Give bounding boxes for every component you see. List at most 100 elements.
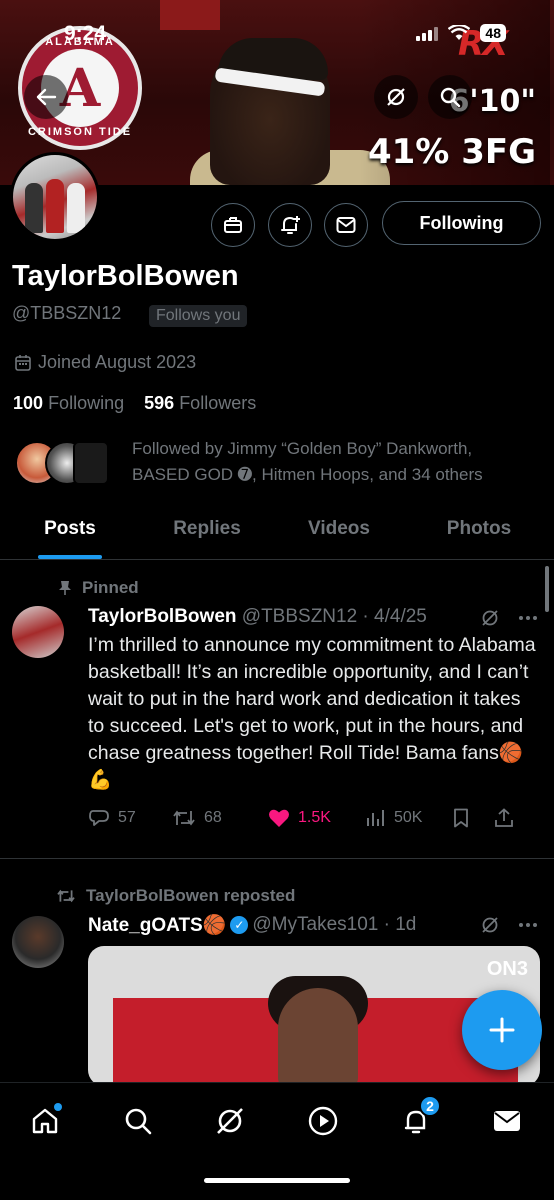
grok-icon (387, 88, 405, 106)
search-icon (125, 1108, 152, 1135)
repost-button[interactable]: 68 (172, 808, 268, 828)
post-header: TaylorBolBowen @TBBSZN12 · 4/4/25 (88, 606, 427, 628)
following-label: Following (48, 393, 125, 413)
nav-messages[interactable] (482, 1099, 532, 1143)
tab-photos[interactable]: Photos (404, 506, 554, 559)
post-meta: @TBBSZN12 · 4/4/25 (241, 606, 427, 627)
tip-button[interactable] (211, 203, 255, 247)
grok-button[interactable] (374, 75, 418, 119)
pin-icon (59, 581, 71, 595)
follows-you-badge: Follows you (149, 305, 248, 327)
reply-button[interactable]: 57 (88, 808, 172, 828)
repost-icon (57, 889, 75, 903)
mail-icon (336, 217, 356, 233)
following-count: 100 (13, 393, 44, 413)
tab-replies[interactable]: Replies (140, 506, 274, 559)
compose-button[interactable] (462, 990, 542, 1070)
search-button[interactable] (428, 75, 472, 119)
more-icon[interactable] (518, 922, 538, 928)
share-button[interactable] (494, 808, 524, 828)
post-header: Nate_gOATS🏀 ✓ @MyTakes101 · 1d (88, 913, 416, 937)
handle: @TBBSZN12 (12, 303, 122, 323)
post-meta: @MyTakes101 · 1d (252, 914, 417, 935)
battery-icon: 48 (480, 24, 506, 42)
post-author-name[interactable]: TaylorBolBowen (88, 606, 237, 627)
analytics-icon (367, 810, 384, 826)
plus-icon (489, 1017, 515, 1043)
joined-text: Joined August 2023 (38, 352, 197, 372)
post-top-actions (480, 608, 538, 628)
home-unread-dot (54, 1103, 62, 1111)
like-count: 1.5K (298, 809, 331, 826)
logo-bottom-text: CRIMSON TIDE (27, 126, 133, 138)
banner-3fg-stat: 41% 3FG (367, 132, 536, 172)
views-button[interactable]: 50K (366, 809, 452, 827)
nav-notifications[interactable]: 2 (391, 1095, 441, 1143)
post-avatar[interactable] (12, 916, 64, 968)
grok-icon (217, 1108, 243, 1134)
repost-context-text: TaylorBolBowen reposted (86, 886, 296, 905)
heart-filled-icon (269, 809, 289, 827)
avatar-figure (67, 183, 85, 233)
post-top-actions (480, 915, 538, 935)
on3-watermark: ON3 (486, 958, 528, 980)
nav-video[interactable] (298, 1099, 348, 1143)
nav-grok[interactable] (205, 1099, 255, 1143)
avatar-figure (46, 179, 64, 233)
followers-link[interactable]: 596 Followers (144, 393, 256, 413)
message-button[interactable] (324, 203, 368, 247)
repost-context: TaylorBolBowen reposted (56, 886, 295, 906)
post-action-bar: 57 68 1.5K 50K (88, 808, 538, 828)
status-icons: 48 (416, 24, 506, 42)
followed-by-text[interactable]: Followed by Jimmy “Golden Boy” Dankworth… (132, 436, 532, 488)
status-time: 9:24 (64, 22, 107, 45)
nav-home[interactable] (20, 1099, 70, 1143)
post-author-name[interactable]: Nate_gOATS🏀 (88, 913, 226, 937)
scrollbar[interactable] (545, 566, 549, 612)
followers-count: 596 (144, 393, 175, 413)
following-button[interactable]: Following (382, 201, 541, 245)
profile-avatar[interactable] (10, 152, 100, 242)
display-name: TaylorBolBowen (12, 260, 239, 292)
back-button[interactable] (24, 75, 68, 119)
repost-count: 68 (204, 809, 222, 826)
gift-icon (224, 217, 242, 233)
following-link[interactable]: 100 Following (13, 393, 124, 413)
tab-posts[interactable]: Posts (0, 506, 140, 559)
followers-label: Followers (179, 393, 257, 413)
reply-icon (89, 810, 109, 826)
play-icon (308, 1106, 338, 1136)
post-avatar[interactable] (12, 606, 64, 658)
grok-icon[interactable] (480, 608, 500, 628)
notification-count-badge: 2 (419, 1095, 441, 1117)
tab-videos[interactable]: Videos (274, 506, 404, 559)
avatar-figure (25, 183, 43, 233)
home-indicator (204, 1178, 350, 1183)
more-icon[interactable] (518, 615, 538, 621)
repost-icon (173, 810, 195, 826)
pinned-label: Pinned (58, 578, 139, 598)
view-count: 50K (394, 809, 423, 826)
mail-icon (494, 1111, 520, 1131)
followed-by-avatars[interactable] (15, 441, 115, 489)
like-button[interactable]: 1.5K (268, 808, 366, 828)
signal-icon (416, 25, 439, 41)
pinned-text: Pinned (82, 578, 139, 597)
bookmark-icon (454, 808, 468, 828)
notifications-toggle-button[interactable] (268, 203, 312, 247)
follow-counts: 100 Following 596 Followers (13, 393, 256, 414)
back-arrow-icon (36, 88, 57, 106)
bell-plus-icon (281, 216, 300, 234)
verified-badge-icon: ✓ (230, 916, 249, 934)
banner-stripe (160, 0, 220, 30)
nav-search[interactable] (113, 1099, 163, 1143)
calendar-icon (15, 354, 31, 371)
media-person (278, 988, 358, 1086)
wifi-icon (448, 25, 471, 40)
search-icon (440, 87, 461, 108)
bookmark-button[interactable] (452, 808, 494, 828)
grok-icon[interactable] (480, 915, 500, 935)
profile-tabs: Posts Replies Videos Photos (0, 506, 554, 560)
share-icon (495, 808, 513, 827)
joined-date: Joined August 2023 (14, 352, 196, 373)
